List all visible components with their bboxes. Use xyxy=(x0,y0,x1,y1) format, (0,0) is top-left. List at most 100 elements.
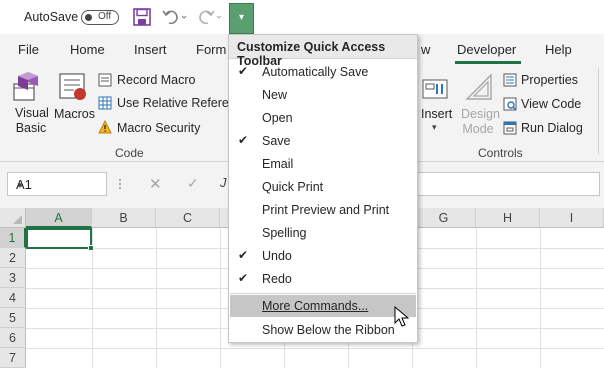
menu-item-save[interactable]: ✔ Save xyxy=(230,130,416,152)
record-macro-icon[interactable] xyxy=(98,73,112,87)
menu-item-quick-print[interactable]: Quick Print xyxy=(230,176,416,198)
visual-basic-label[interactable]: Visual Basic xyxy=(15,106,49,136)
insert-dropdown-icon[interactable]: ▾ xyxy=(432,122,437,133)
menu-item-automatically-save[interactable]: ✔ Automatically Save xyxy=(230,61,416,83)
menu-item-print-preview[interactable]: Print Preview and Print xyxy=(230,199,416,221)
customize-qat-button[interactable]: ▾ xyxy=(229,3,254,34)
menu-item-label: Open xyxy=(262,111,293,125)
quick-access-toolbar: AutoSave Off ▾ xyxy=(0,0,604,34)
row-header-2[interactable]: 2 xyxy=(0,248,26,268)
column-header-a[interactable]: A xyxy=(26,208,92,228)
insert-controls-icon[interactable] xyxy=(421,74,451,102)
row-header-1[interactable]: 1 xyxy=(0,228,26,248)
autosave-label: AutoSave xyxy=(24,10,79,24)
tab-formulas[interactable]: Form xyxy=(196,42,226,57)
macros-icon[interactable] xyxy=(58,72,88,102)
save-icon[interactable] xyxy=(133,7,151,27)
redo-icon[interactable] xyxy=(197,7,223,27)
macro-security-button[interactable]: Macro Security xyxy=(117,121,200,135)
properties-icon[interactable] xyxy=(503,73,517,87)
menu-item-redo[interactable]: ✔ Redo xyxy=(230,268,416,290)
tab-help[interactable]: Help xyxy=(545,42,572,57)
menu-item-label: Redo xyxy=(262,272,292,286)
row-header-3[interactable]: 3 xyxy=(0,268,26,288)
menu-separator xyxy=(230,293,416,294)
menu-item-label: Quick Print xyxy=(262,180,324,194)
relative-references-icon[interactable] xyxy=(98,96,112,110)
menu-item-label: Automatically Save xyxy=(262,65,369,79)
name-box-dropdown-icon[interactable]: ▼ xyxy=(16,181,100,190)
menu-item-new[interactable]: New xyxy=(230,84,416,106)
menu-item-undo[interactable]: ✔ Undo xyxy=(230,245,416,267)
record-macro-button[interactable]: Record Macro xyxy=(117,73,196,87)
row-header-7[interactable]: 7 xyxy=(0,348,26,368)
controls-group-label: Controls xyxy=(478,146,523,160)
menu-item-label: Save xyxy=(262,134,291,148)
fill-handle[interactable] xyxy=(88,245,94,251)
relative-references-button[interactable]: Use Relative Referenc xyxy=(117,96,229,110)
menu-item-show-below-ribbon[interactable]: Show Below the Ribbon xyxy=(230,319,416,341)
view-code-icon[interactable] xyxy=(503,97,517,111)
menu-item-label: More Commands... xyxy=(262,299,369,313)
view-code-button[interactable]: View Code xyxy=(521,97,581,111)
group-separator xyxy=(598,68,599,154)
customize-qat-menu: Customize Quick Access Toolbar ✔ Automat… xyxy=(228,34,418,343)
tab-review[interactable]: w xyxy=(421,42,430,57)
gridline xyxy=(220,228,221,368)
row-header-6[interactable]: 6 xyxy=(0,328,26,348)
menu-item-label: Email xyxy=(262,157,294,171)
column-header-c[interactable]: C xyxy=(156,208,220,228)
column-header-i[interactable]: I xyxy=(540,208,604,228)
warning-icon[interactable] xyxy=(98,120,112,134)
insert-function-icon[interactable]: J xyxy=(220,175,227,190)
tab-insert[interactable]: Insert xyxy=(134,42,167,57)
checkmark-icon: ✔ xyxy=(238,248,249,262)
autosave-toggle[interactable]: Off xyxy=(81,10,119,25)
menu-item-more-commands[interactable]: More Commands... xyxy=(230,295,416,317)
column-header-h[interactable]: H xyxy=(476,208,540,228)
gridline xyxy=(476,228,477,368)
menu-item-label: Undo xyxy=(262,249,292,263)
gridline xyxy=(540,228,541,368)
formula-bar-grip-icon[interactable] xyxy=(118,178,122,190)
gridline xyxy=(26,348,604,349)
enter-entry-icon[interactable]: ✓ xyxy=(187,175,199,192)
menu-item-label: Show Below the Ribbon xyxy=(262,323,395,337)
menu-item-email[interactable]: Email xyxy=(230,153,416,175)
checkmark-icon: ✔ xyxy=(238,133,249,147)
visual-basic-icon[interactable] xyxy=(12,70,44,102)
menu-item-spelling[interactable]: Spelling xyxy=(230,222,416,244)
column-header-g[interactable]: G xyxy=(412,208,476,228)
customize-qat-icon: ▾ xyxy=(238,12,245,23)
active-cell-a1[interactable] xyxy=(26,228,94,251)
tab-file[interactable]: File xyxy=(18,42,39,57)
tab-developer[interactable]: Developer xyxy=(457,42,516,57)
undo-icon[interactable] xyxy=(162,7,188,27)
properties-button[interactable]: Properties xyxy=(521,73,578,87)
run-dialog-button[interactable]: Run Dialog xyxy=(521,121,583,135)
menu-title: Customize Quick Access Toolbar xyxy=(229,35,417,68)
menu-item-label: Spelling xyxy=(262,226,307,240)
design-mode-label[interactable]: Design Mode xyxy=(461,107,500,137)
toggle-knob xyxy=(85,14,92,21)
menu-item-open[interactable]: Open xyxy=(230,107,416,129)
row-header-5[interactable]: 5 xyxy=(0,308,26,328)
run-dialog-icon[interactable] xyxy=(503,121,517,135)
macros-label[interactable]: Macros xyxy=(54,107,95,121)
checkmark-icon: ✔ xyxy=(238,64,249,78)
checkmark-icon: ✔ xyxy=(238,271,249,285)
select-all-button[interactable] xyxy=(0,208,26,228)
gridline xyxy=(156,228,157,368)
insert-controls-label[interactable]: Insert xyxy=(421,107,452,121)
menu-item-label: New xyxy=(262,88,288,102)
design-mode-icon[interactable] xyxy=(464,72,494,102)
menu-item-label: Print Preview and Print xyxy=(262,203,390,217)
column-header-b[interactable]: B xyxy=(92,208,156,228)
tab-home[interactable]: Home xyxy=(70,42,105,57)
name-box[interactable]: A1 ▼ xyxy=(7,172,107,196)
row-header-4[interactable]: 4 xyxy=(0,288,26,308)
cancel-entry-icon[interactable]: ✕ xyxy=(149,175,162,193)
code-group-label: Code xyxy=(115,146,144,160)
autosave-state: Off xyxy=(98,11,112,22)
mouse-cursor-icon xyxy=(394,306,410,327)
